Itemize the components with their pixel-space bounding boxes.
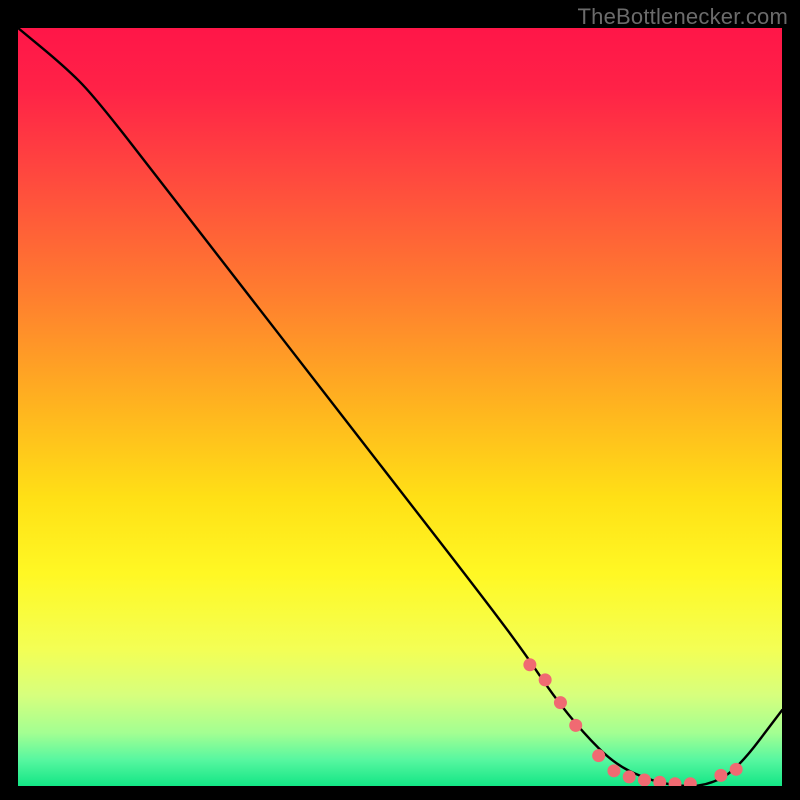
marker-dot <box>714 769 727 782</box>
marker-dot <box>523 658 536 671</box>
plot-area <box>18 28 782 786</box>
marker-dot <box>607 764 620 777</box>
gradient-background <box>18 28 782 786</box>
chart-svg <box>18 28 782 786</box>
marker-dot <box>592 749 605 762</box>
marker-dot <box>539 673 552 686</box>
marker-dot <box>569 719 582 732</box>
chart-frame: TheBottlenecker.com <box>0 0 800 800</box>
watermark-label: TheBottlenecker.com <box>578 4 788 30</box>
marker-dot <box>554 696 567 709</box>
marker-dot <box>623 770 636 783</box>
marker-dot <box>730 763 743 776</box>
marker-dot <box>638 773 651 786</box>
